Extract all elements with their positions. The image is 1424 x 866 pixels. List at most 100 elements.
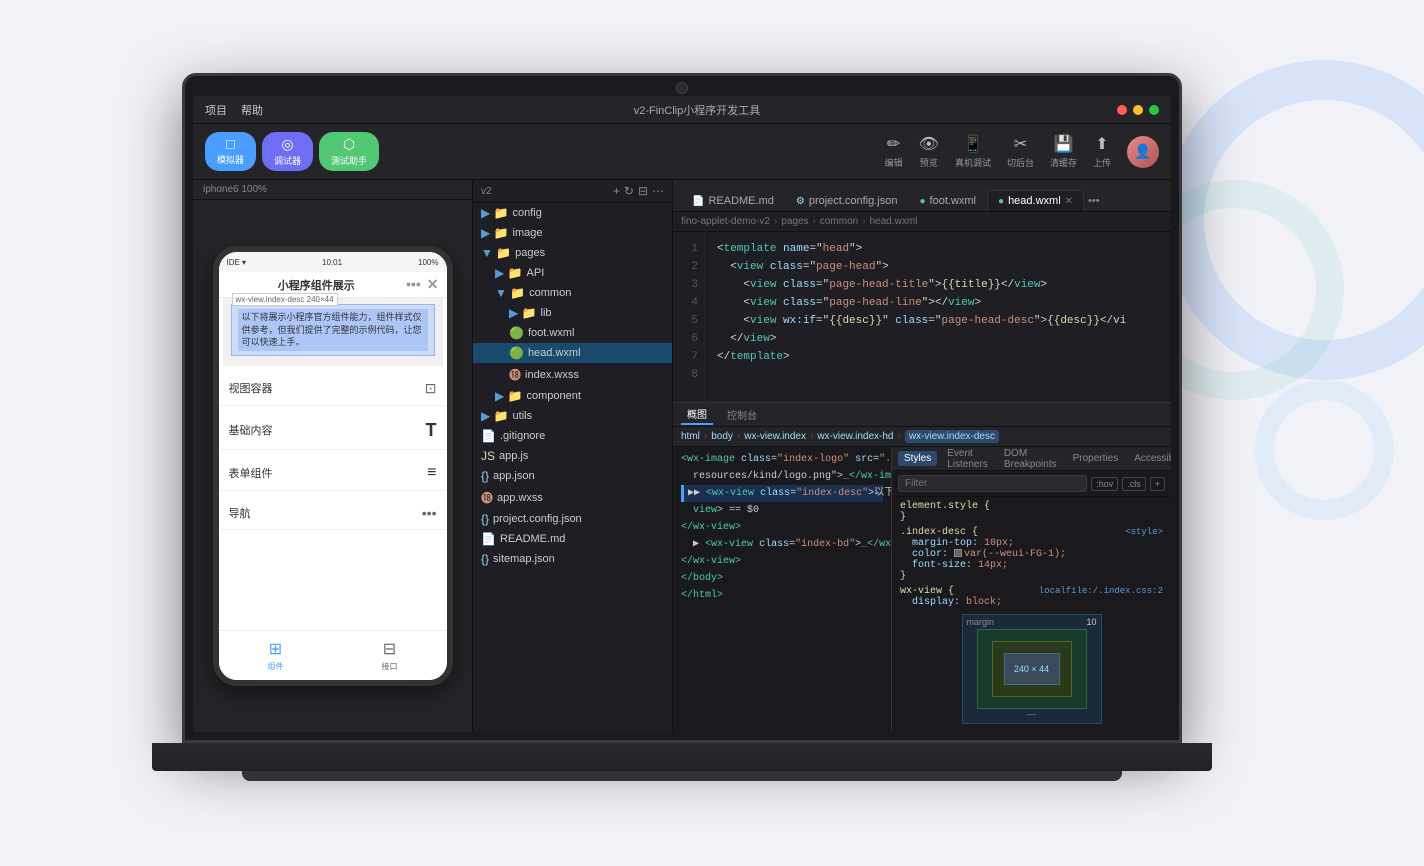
close-button[interactable] [1117, 105, 1127, 115]
tree-label-appjs: app.js [499, 450, 528, 462]
cut-label: 切后台 [1007, 156, 1034, 169]
tree-item-utils[interactable]: ▶ 📁 utils [473, 406, 672, 426]
style-rule-index-desc: .index-desc { <style> margin-top: 10px; … [900, 527, 1163, 582]
el-crumb-body[interactable]: body [711, 431, 733, 442]
maximize-button[interactable] [1149, 105, 1159, 115]
tree-item-head[interactable]: 🟢 head.wxml [473, 343, 672, 363]
tree-item-readme[interactable]: 📄 README.md [473, 529, 672, 549]
tree-item-appwxss[interactable]: ⓲ app.wxss [473, 486, 672, 509]
tree-item-image[interactable]: ▶ 📁 image [473, 223, 672, 243]
tab-project-config[interactable]: ⚙ project.config.json [785, 190, 909, 211]
code-editor[interactable]: 12345678 <template name="head"> <view cl… [673, 232, 1171, 402]
code-line-3: <view class="page-head-title">{{title}}<… [717, 276, 1159, 294]
preview-action[interactable]: 👁 预览 [919, 134, 939, 169]
filter-add[interactable]: + [1150, 477, 1165, 491]
tree-label-lib: lib [541, 307, 552, 319]
style-tab-events[interactable]: Event Listeners [941, 447, 994, 472]
tree-icon-more[interactable]: ⋯ [652, 184, 664, 198]
tree-item-foot[interactable]: 🟢 foot.wxml [473, 323, 672, 343]
test-button[interactable]: ⬡ 测试助手 [319, 132, 379, 171]
ht-line-1b: resources/kind/logo.png">_</wx-image> [681, 468, 883, 485]
tree-label-head: head.wxml [528, 347, 581, 359]
menu-item-help[interactable]: 帮助 [241, 102, 263, 118]
tree-item-projectjson[interactable]: {} project.config.json [473, 509, 672, 529]
tree-item-common[interactable]: ▼ 📁 common [473, 283, 672, 303]
tab-icon-foot: ● [920, 196, 926, 207]
tab-label-config: project.config.json [809, 195, 898, 207]
ht-line-active[interactable]: ▶▶ <wx-view class="index-desc">以下将展示小程序官… [681, 485, 883, 502]
style-tab-dom[interactable]: DOM Breakpoints [998, 447, 1063, 472]
filter-hov[interactable]: :hov [1091, 477, 1118, 491]
tree-item-config[interactable]: ▶ 📁 config [473, 203, 672, 223]
tree-item-sitemap[interactable]: {} sitemap.json [473, 549, 672, 569]
tab-close-head[interactable]: ✕ [1065, 196, 1073, 207]
tab-more[interactable]: ••• [1084, 191, 1104, 211]
tree-item-component[interactable]: ▶ 📁 component [473, 386, 672, 406]
section-icon-basic: T [426, 420, 437, 441]
tree-item-appjson[interactable]: {} app.json [473, 466, 672, 486]
tree-item-api[interactable]: ▶ 📁 API [473, 263, 672, 283]
tree-icon-collapse[interactable]: ⊟ [638, 184, 648, 198]
tree-item-lib[interactable]: ▶ 📁 lib [473, 303, 672, 323]
code-line-6: </view> [717, 330, 1159, 348]
ht-line-html: </html> [681, 587, 883, 604]
tree-item-pages[interactable]: ▼ 📁 pages [473, 243, 672, 263]
simulate-button[interactable]: □ 模拟器 [205, 132, 256, 171]
bottom-tab-overview[interactable]: 概图 [681, 404, 713, 425]
cut-action[interactable]: ✂ 切后台 [1007, 134, 1034, 169]
style-source-desc: <style> [1125, 527, 1163, 537]
laptop-foot [242, 771, 1122, 781]
box-model: margin 10 240 × 44 — [962, 614, 1102, 724]
real-device-action[interactable]: 📱 真机调试 [955, 134, 991, 169]
style-selector-desc: .index-desc { <style> [900, 527, 1163, 538]
filter-input[interactable] [898, 475, 1087, 492]
highlight-box: wx-view.index-desc 240×44 以下将展示小程序官方组件能力… [231, 304, 435, 356]
menu-item-project[interactable]: 项目 [205, 102, 227, 118]
el-crumb-desc[interactable]: wx-view.index-desc [905, 430, 999, 443]
el-crumb-index[interactable]: wx-view.index [744, 431, 806, 442]
avatar[interactable]: 👤 [1127, 136, 1159, 168]
breadcrumb-part-2: common [820, 216, 858, 227]
tab-foot[interactable]: ● foot.wxml [909, 190, 988, 211]
edit-action[interactable]: ✏ 编辑 [885, 134, 903, 169]
phone-close-icon[interactable]: ✕ [427, 276, 439, 293]
breadcrumb-part-0: fino-applet-demo-v2 [681, 216, 770, 227]
tree-label-config: config [513, 207, 542, 219]
laptop: 项目 帮助 v2-FinClip小程序开发工具 □ 模拟器 [182, 73, 1242, 793]
phone-more-icon[interactable]: ••• [406, 276, 421, 293]
box-margin-val: 10 [1086, 617, 1096, 627]
tree-item-indexwxss[interactable]: ⓲ index.wxss [473, 363, 672, 386]
el-crumb-hd[interactable]: wx-view.index-hd [817, 431, 893, 442]
tree-item-gitignore[interactable]: 📄 .gitignore [473, 426, 672, 446]
code-content[interactable]: <template name="head"> <view class="page… [705, 232, 1171, 402]
status-left: IDE ▾ [227, 258, 247, 267]
html-tree[interactable]: <wx-image class="index-logo" src="../res… [673, 447, 891, 732]
tab-readme[interactable]: 📄 README.md [681, 190, 785, 211]
style-tab-props[interactable]: Properties [1067, 451, 1125, 466]
tab-head[interactable]: ● head.wxml ✕ [987, 190, 1084, 211]
styles-panel: Styles Event Listeners DOM Breakpoints P… [891, 447, 1171, 732]
nav-item-api[interactable]: ⊟ 接口 [382, 639, 398, 672]
el-crumb-html[interactable]: html [681, 431, 700, 442]
breadcrumb-part-3: head.wxml [870, 216, 918, 227]
screen-content: 项目 帮助 v2-FinClip小程序开发工具 □ 模拟器 [193, 96, 1171, 732]
style-prop-display: display: block; [900, 597, 1163, 606]
minimize-button[interactable] [1133, 105, 1143, 115]
tree-header: v2 + ↻ ⊟ ⋯ [473, 180, 672, 203]
bottom-tab-console[interactable]: 控制台 [721, 405, 763, 424]
style-close-desc: } [900, 571, 1163, 582]
style-tab-styles[interactable]: Styles [898, 451, 937, 466]
nav-item-component[interactable]: ⊞ 组件 [268, 639, 284, 672]
tree-icon-add[interactable]: + [613, 184, 620, 198]
debug-button[interactable]: ◎ 调试器 [262, 132, 313, 171]
upload-action[interactable]: ⬆ 上传 [1093, 134, 1111, 169]
cache-action[interactable]: 💾 清缓存 [1050, 134, 1077, 169]
ht-line-index-bd: ▶ <wx-view class="index-bd">_</wx-view> [681, 536, 883, 553]
style-source-wxview: localfile:/.index.css:2 [1039, 586, 1163, 596]
filter-cls[interactable]: .cls [1122, 477, 1146, 491]
tree-item-appjs[interactable]: JS app.js [473, 446, 672, 466]
file-icon-head: 🟢 [509, 346, 524, 360]
style-tab-access[interactable]: Accessibility [1128, 451, 1171, 466]
bottom-content: <wx-image class="index-logo" src="../res… [673, 447, 1171, 732]
tree-icon-refresh[interactable]: ↻ [624, 184, 634, 198]
